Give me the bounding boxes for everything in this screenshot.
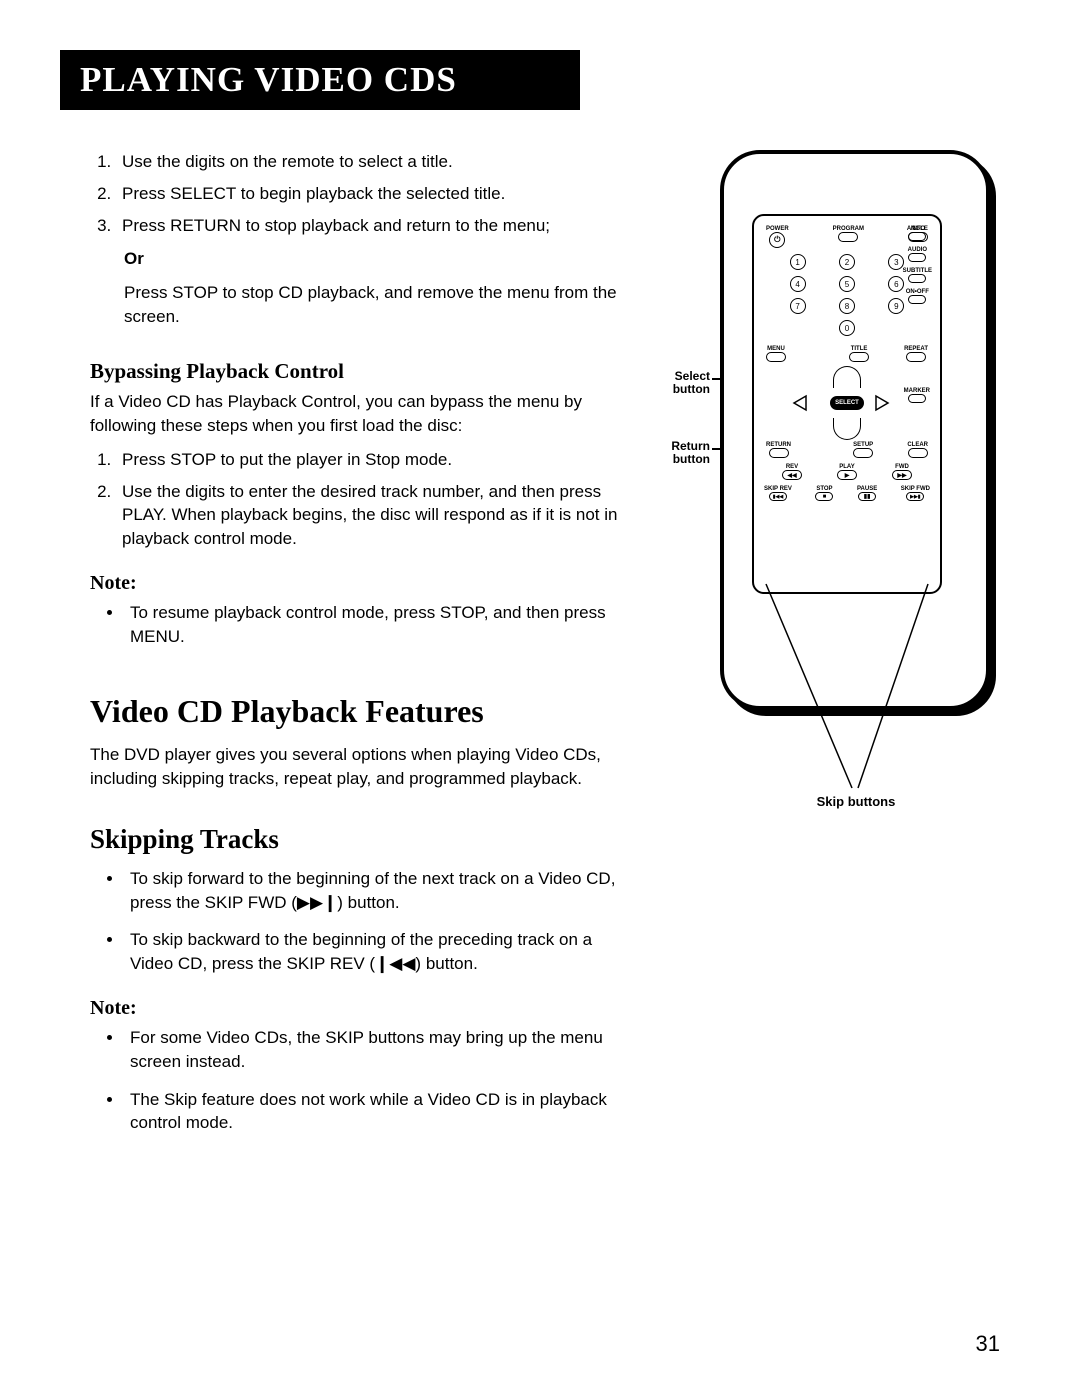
skip-fwd-button: SKIP FWD▶▶▮ xyxy=(901,486,930,501)
nav-right-icon xyxy=(872,394,890,412)
remote-diagram: Select button Return button POWER ⏻ xyxy=(660,150,1000,850)
callout-select: Select button xyxy=(654,370,710,396)
callout-skip: Skip buttons xyxy=(817,794,896,809)
skip-callout-lines xyxy=(720,570,990,800)
select-button: SELECT xyxy=(830,396,864,410)
title-button: TITLE xyxy=(849,346,869,362)
skipping-item: To skip backward to the beginning of the… xyxy=(124,928,620,976)
manual-page: PLAYING VIDEO CDS Use the digits on the … xyxy=(0,0,1080,1397)
digit-button: 7 xyxy=(790,298,806,314)
or-text: Press STOP to stop CD playback, and remo… xyxy=(124,281,620,329)
play-button: PLAY▶ xyxy=(837,464,857,480)
power-icon: ⏻ xyxy=(769,232,785,248)
bypass-intro: If a Video CD has Playback Control, you … xyxy=(90,390,620,438)
digit-button: 4 xyxy=(790,276,806,292)
page-number: 31 xyxy=(976,1331,1000,1357)
note-heading: Note: xyxy=(90,569,620,597)
angle-button: ANGLE xyxy=(907,226,928,241)
skipping-list: To skip forward to the beginning of the … xyxy=(104,867,620,976)
repeat-button: REPEAT xyxy=(904,346,928,362)
digit-button: 5 xyxy=(839,276,855,292)
bypass-heading: Bypassing Playback Control xyxy=(90,357,620,386)
initial-steps: Use the digits on the remote to select a… xyxy=(90,150,620,237)
step-item: Press SELECT to begin playback the selec… xyxy=(116,182,620,206)
callout-return: Return button xyxy=(654,440,710,466)
fwd-button: FWD▶▶ xyxy=(892,464,912,480)
nav-left-icon xyxy=(792,394,810,412)
step-item: Use the digits on the remote to select a… xyxy=(116,150,620,174)
side-buttons: ANGLE AUDIO SUBTITLE ON•OFF xyxy=(903,226,932,304)
program-button: PROGRAM xyxy=(833,226,864,248)
setup-button: SETUP xyxy=(853,442,873,458)
two-column-layout: Use the digits on the remote to select a… xyxy=(60,150,1000,1149)
note-list: For some Video CDs, the SKIP buttons may… xyxy=(104,1026,620,1135)
skipping-item: To skip forward to the beginning of the … xyxy=(124,867,620,915)
diagram-column: Select button Return button POWER ⏻ xyxy=(650,150,1000,850)
note-list: To resume playback control mode, press S… xyxy=(104,601,620,649)
text-column: Use the digits on the remote to select a… xyxy=(60,150,650,1149)
power-button: POWER ⏻ xyxy=(766,226,789,248)
page-title: PLAYING VIDEO CDS xyxy=(60,50,580,110)
features-heading: Video CD Playback Features xyxy=(90,689,620,734)
remote-panel: POWER ⏻ PROGRAM INFO xyxy=(752,214,942,594)
note-heading: Note: xyxy=(90,994,620,1022)
marker-button: MARKER xyxy=(904,388,930,403)
onoff-button: ON•OFF xyxy=(906,289,929,304)
audio-button: AUDIO xyxy=(908,247,927,262)
note-item: For some Video CDs, the SKIP buttons may… xyxy=(124,1026,620,1074)
digit-button: 8 xyxy=(839,298,855,314)
pause-button: PAUSE▮▮ xyxy=(857,486,877,501)
nav-arc-down xyxy=(833,418,861,440)
digit-button: 2 xyxy=(839,254,855,270)
features-intro: The DVD player gives you several options… xyxy=(90,743,620,791)
stop-button: STOP■ xyxy=(815,486,833,501)
bypass-steps: Press STOP to put the player in Stop mod… xyxy=(90,448,620,551)
skip-rev-button: SKIP REV▮◀◀ xyxy=(764,486,792,501)
or-label: Or xyxy=(124,247,620,271)
note-item: To resume playback control mode, press S… xyxy=(124,601,620,649)
nav-arc-up xyxy=(833,366,861,388)
rev-button: REV◀◀ xyxy=(782,464,802,480)
step-item: Press STOP to put the player in Stop mod… xyxy=(116,448,620,472)
note-item: The Skip feature does not work while a V… xyxy=(124,1088,620,1136)
digit-button: 1 xyxy=(790,254,806,270)
clear-button: CLEAR xyxy=(907,442,928,458)
digit-button: 0 xyxy=(839,320,855,336)
step-item: Use the digits to enter the desired trac… xyxy=(116,480,620,551)
skipping-heading: Skipping Tracks xyxy=(90,821,620,859)
nav-pad: SELECT MARKER xyxy=(762,368,932,438)
number-pad: 1 2 3 4 5 6 7 8 9 xyxy=(780,254,914,314)
subtitle-button: SUBTITLE xyxy=(903,268,932,283)
menu-button: MENU xyxy=(766,346,786,362)
step-item: Press RETURN to stop playback and return… xyxy=(116,214,620,238)
return-button: RETURN xyxy=(766,442,791,458)
